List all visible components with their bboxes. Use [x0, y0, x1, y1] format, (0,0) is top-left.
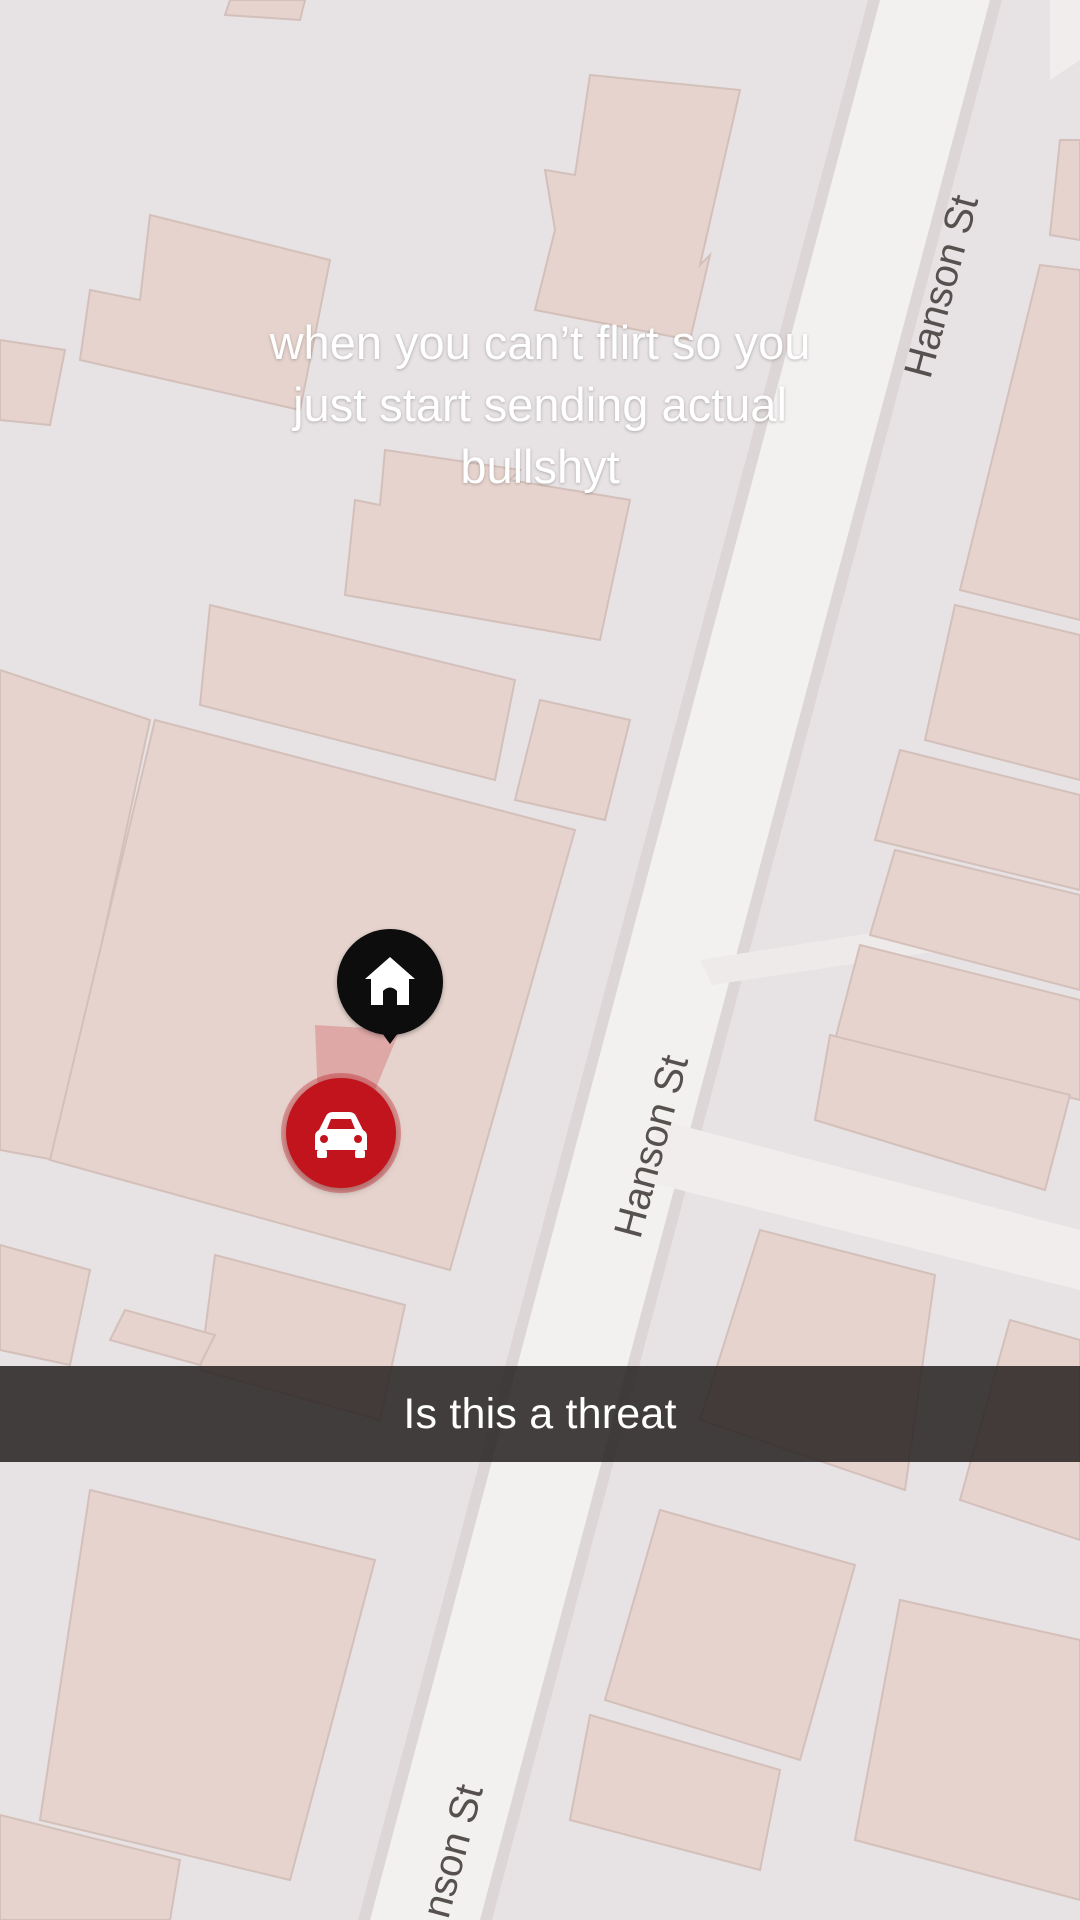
home-icon — [365, 957, 415, 1005]
caption-bar: Is this a threat — [0, 1366, 1080, 1462]
overlay-caption: when you can’t flirt so you just start s… — [190, 312, 890, 498]
car-marker[interactable] — [286, 1078, 396, 1188]
car-icon — [315, 1112, 367, 1158]
overlay-caption-line: when you can’t flirt so you — [269, 316, 811, 369]
overlay-caption-line: just start sending actual — [293, 378, 787, 431]
map-canvas[interactable]: Hanson St Hanson St nson St — [0, 0, 1080, 1920]
home-marker[interactable] — [337, 929, 443, 1035]
overlay-caption-line: bullshyt — [460, 440, 620, 493]
caption-bar-text: Is this a threat — [403, 1389, 677, 1438]
